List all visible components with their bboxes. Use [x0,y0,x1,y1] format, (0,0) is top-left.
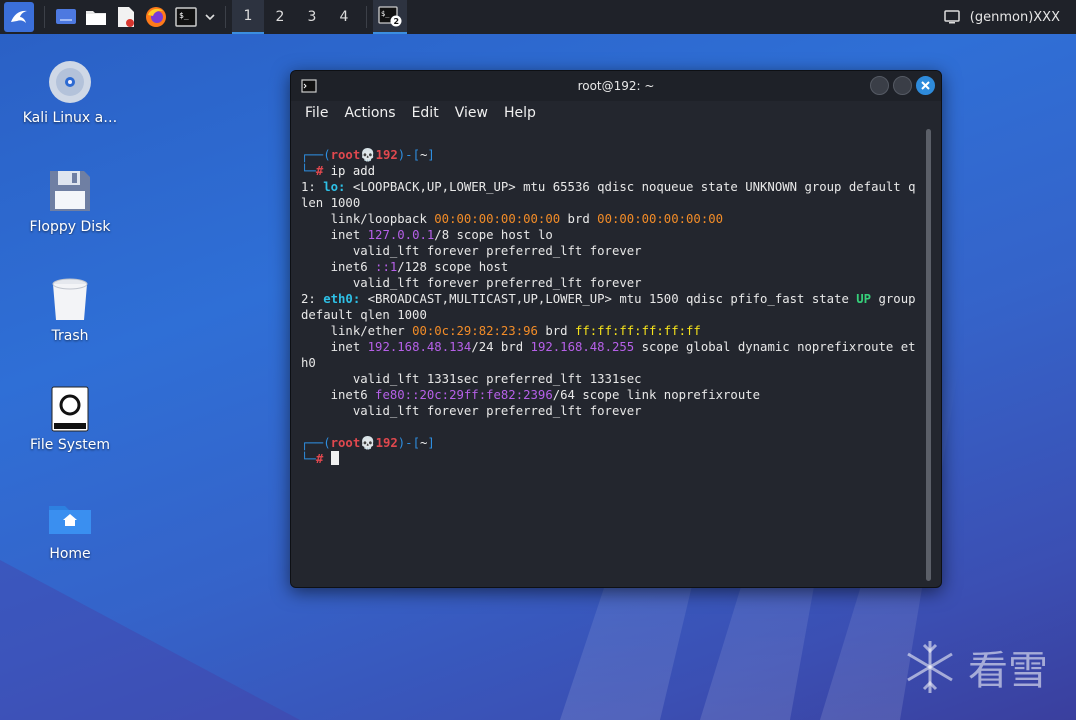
file-manager-launcher[interactable] [81,0,111,34]
panel-separator [366,6,367,28]
text-editor-icon [118,7,134,27]
trash-icon [52,278,88,320]
workspace-4-button[interactable]: 4 [328,0,360,34]
panel-separator [44,6,45,28]
maximize-button[interactable] [893,76,912,95]
text-cursor [330,451,339,465]
menu-view[interactable]: View [447,105,496,121]
optical-disc-icon [49,61,91,103]
terminal-output: ┌──(root💀192)-[~] └─# ip add 1: lo: <LOO… [301,148,923,466]
top-panel: $_ 1 2 3 4 $_ 2 (genmon)XXX [0,0,1076,34]
desktop-icon-label: File System [29,437,111,453]
monitor-icon[interactable] [944,10,960,24]
menu-edit[interactable]: Edit [404,105,447,121]
desktop-icon-label: Floppy Disk [29,219,111,235]
workspace-2-button[interactable]: 2 [264,0,296,34]
workspace-1-button[interactable]: 1 [232,0,264,34]
firefox-icon [146,7,166,27]
panel-tray: (genmon)XXX [944,0,1060,34]
terminal-menubar: File Actions Edit View Help [291,101,941,125]
terminal-output-area[interactable]: ┌──(root💀192)-[~] └─# ip add 1: lo: <LOO… [291,125,929,587]
svg-text:$_: $_ [179,11,189,20]
snowflake-icon [907,641,953,693]
workspace-3-button[interactable]: 3 [296,0,328,34]
svg-text:$_: $_ [381,10,390,18]
floppy-disk-icon [50,171,90,211]
show-desktop-button[interactable] [51,0,81,34]
menu-actions[interactable]: Actions [336,105,403,121]
kali-menu-button[interactable] [4,2,34,32]
close-button[interactable] [916,76,935,95]
command-line: └─# ip add [301,164,376,178]
menu-help[interactable]: Help [496,105,544,121]
desktop-icon-label: Kali Linux a… [22,110,118,126]
home-folder-icon [49,506,91,534]
terminal-icon: $_ [175,7,197,27]
prompt-line: ┌──(root💀192)-[~] [301,148,435,162]
skull-icon: 💀 [360,148,376,162]
minimize-button[interactable] [870,76,889,95]
text-editor-launcher[interactable] [111,0,141,34]
panel-separator [225,6,226,28]
desktop-icon [56,9,76,24]
window-title: root@192: ~ [577,79,655,93]
desktop-icon-label: Trash [51,328,89,344]
terminal-titlebar[interactable]: root@192: ~ [291,71,941,101]
terminal-launcher-dropdown[interactable] [201,0,219,34]
firefox-launcher[interactable] [141,0,171,34]
desktop-icon-floppy-disk[interactable]: Floppy Disk [10,167,130,235]
desktop-icon-trash[interactable]: Trash [10,276,130,344]
folder-icon [86,11,106,25]
desktop-icon-file-system[interactable]: File System [10,385,130,453]
hard-drive-icon [51,386,89,432]
terminal-icon: $_ 2 [378,6,402,27]
desktop-icon-label: Home [49,546,91,562]
genmon-label[interactable]: (genmon)XXX [970,10,1060,25]
terminal-window[interactable]: root@192: ~ File Actions Edit View Help … [290,70,942,588]
terminal-scrollbar[interactable] [926,129,931,581]
window-count-badge: 2 [394,17,400,26]
window-controls [870,76,935,95]
watermark-text: 看雪 [968,648,1048,694]
terminal-launcher[interactable]: $_ [171,0,201,34]
menu-file[interactable]: File [297,105,336,121]
watermark: 看雪 [906,638,1048,696]
chevron-down-icon [205,14,215,21]
skull-icon: 💀 [360,436,376,450]
desktop-icon-kali-linux[interactable]: Kali Linux a… [10,58,130,126]
desktop-icon-home[interactable]: Home [10,494,130,562]
close-icon [921,81,930,90]
prompt-line: ┌──(root💀192)-[~] [301,436,435,450]
terminal-icon [301,79,317,93]
terminal-taskbar-button[interactable]: $_ 2 [373,0,407,34]
command-line[interactable]: └─# [301,451,339,466]
kali-dragon-icon [11,10,27,23]
